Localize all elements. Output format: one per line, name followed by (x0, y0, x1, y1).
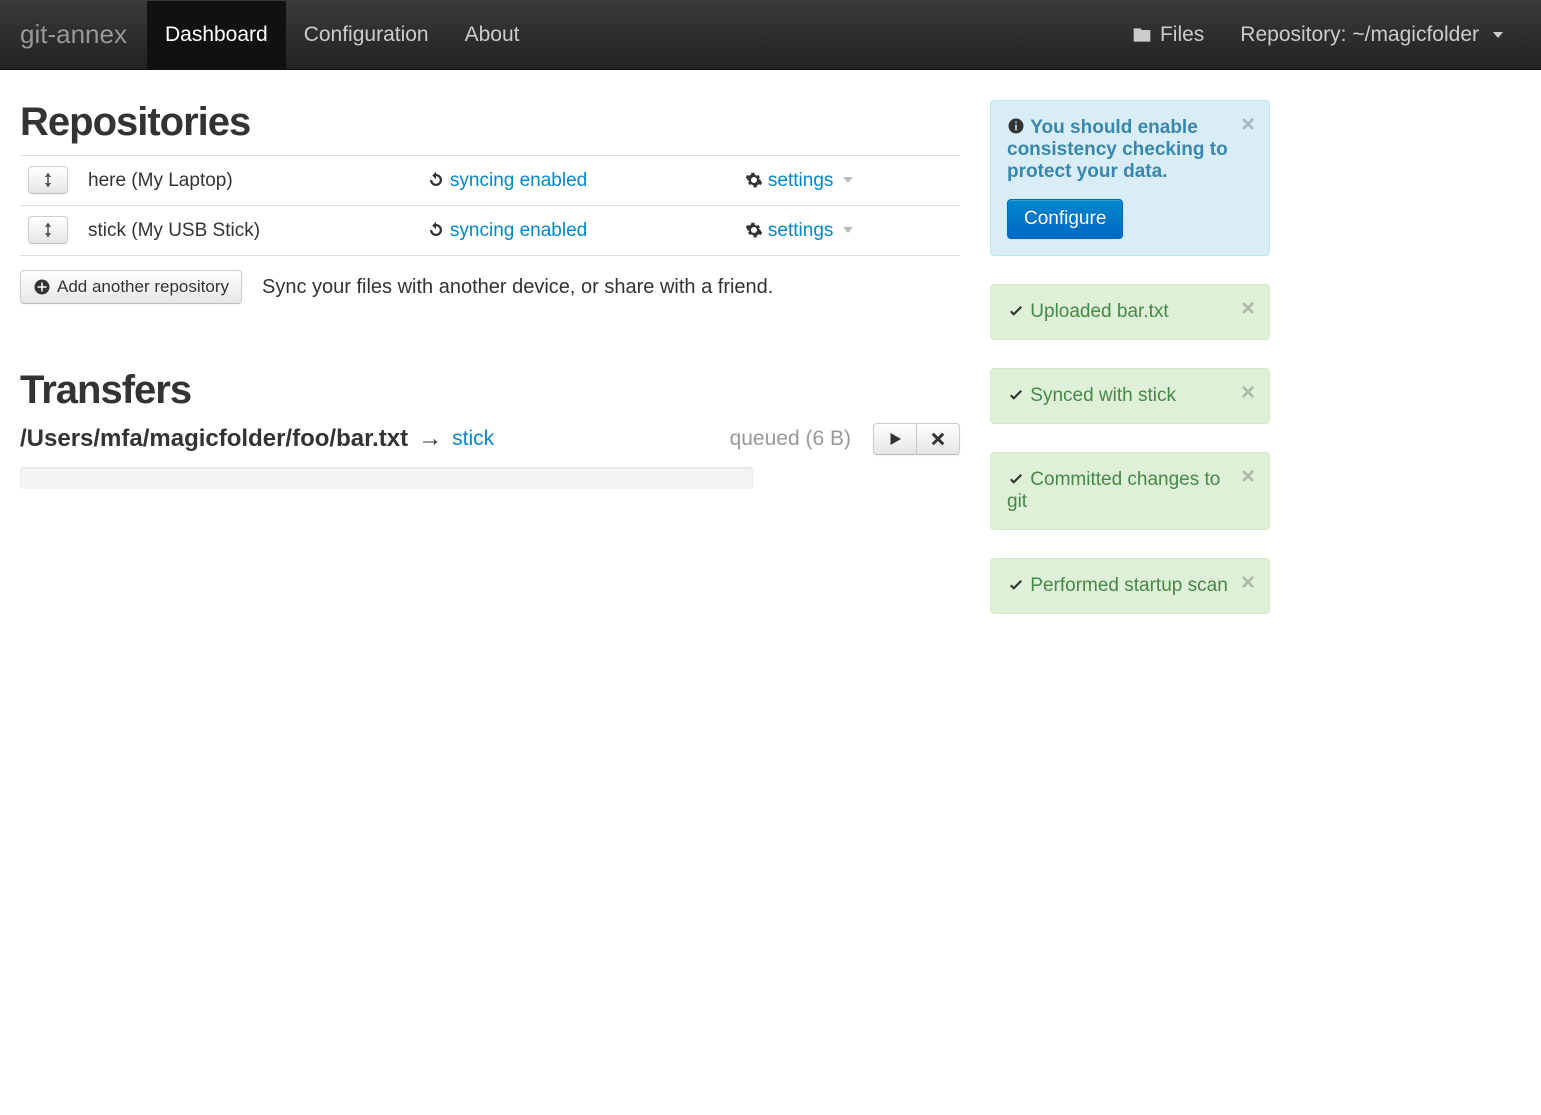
success-alert: × Committed changes to git (990, 452, 1270, 530)
info-alert-text: You should enable consistency checking t… (1007, 117, 1228, 182)
files-label: Files (1160, 23, 1204, 47)
updown-arrow-icon (39, 221, 57, 239)
gear-icon (745, 221, 763, 239)
folder-icon (1132, 25, 1152, 45)
repositories-heading: Repositories (20, 100, 960, 145)
table-row: stick (My USB Stick) syncing enabled set… (20, 206, 960, 256)
repo-name: stick (My USB Stick) (80, 206, 419, 256)
success-alert-text: Uploaded bar.txt (1030, 301, 1168, 322)
tab-dashboard[interactable]: Dashboard (147, 1, 286, 69)
info-icon (1007, 117, 1025, 135)
success-alert: × Synced with stick (990, 368, 1270, 424)
transfer-destination[interactable]: stick (452, 427, 494, 451)
play-icon (886, 430, 904, 448)
settings-label: settings (768, 220, 833, 241)
sync-label: syncing enabled (450, 170, 587, 191)
transfer-item: /Users/mfa/magicfolder/foo/bar.txt → stick… (20, 423, 960, 455)
sync-toggle[interactable]: syncing enabled (427, 220, 588, 241)
info-alert: × You should enable consistency checking… (990, 100, 1270, 256)
reorder-button[interactable] (28, 216, 68, 244)
transfer-status: queued (6 B) (730, 427, 863, 451)
close-alert-button[interactable]: × (1241, 465, 1255, 489)
settings-label: settings (768, 170, 833, 191)
tab-configuration[interactable]: Configuration (286, 1, 447, 69)
chevron-down-icon (843, 227, 853, 233)
play-button[interactable] (873, 423, 917, 455)
check-icon (1007, 387, 1025, 405)
add-repository-label: Add another repository (57, 277, 229, 297)
close-alert-button[interactable]: × (1241, 297, 1255, 321)
nav-tabs: Dashboard Configuration About (147, 1, 538, 69)
settings-dropdown[interactable]: settings (745, 170, 853, 191)
success-alert-text: Performed startup scan (1030, 575, 1227, 596)
navbar: git-annex Dashboard Configuration About … (0, 0, 1541, 70)
repo-name: here (My Laptop) (80, 156, 419, 206)
cancel-button[interactable] (917, 423, 960, 455)
close-alert-button[interactable]: × (1241, 113, 1255, 137)
refresh-icon (427, 221, 445, 239)
sync-label: syncing enabled (450, 220, 587, 241)
add-repository-button[interactable]: Add another repository (20, 270, 242, 304)
settings-dropdown[interactable]: settings (745, 220, 853, 241)
repositories-table: here (My Laptop) syncing enabled setting… (20, 155, 960, 256)
check-icon (1007, 471, 1025, 489)
check-icon (1007, 303, 1025, 321)
transfer-progress (20, 467, 753, 489)
plus-circle-icon (33, 278, 51, 296)
gear-icon (745, 171, 763, 189)
success-alert-text: Synced with stick (1030, 385, 1176, 406)
files-link[interactable]: Files (1114, 23, 1222, 47)
repository-dropdown[interactable]: Repository: ~/magicfolder (1222, 23, 1521, 47)
refresh-icon (427, 171, 445, 189)
success-alert: × Performed startup scan (990, 558, 1270, 614)
check-icon (1007, 577, 1025, 595)
arrow-icon: → (418, 425, 442, 453)
success-alert-text: Committed changes to git (1007, 469, 1220, 512)
brand: git-annex (20, 19, 147, 50)
close-alert-button[interactable]: × (1241, 571, 1255, 595)
reorder-button[interactable] (28, 166, 68, 194)
transfers-heading: Transfers (20, 368, 960, 413)
add-repository-hint: Sync your files with another device, or … (262, 276, 773, 299)
chevron-down-icon (843, 177, 853, 183)
tab-about[interactable]: About (447, 1, 538, 69)
repository-label: Repository: ~/magicfolder (1240, 23, 1479, 47)
table-row: here (My Laptop) syncing enabled setting… (20, 156, 960, 206)
sync-toggle[interactable]: syncing enabled (427, 170, 588, 191)
configure-button[interactable]: Configure (1007, 199, 1123, 239)
close-icon (929, 430, 947, 448)
success-alert: × Uploaded bar.txt (990, 284, 1270, 340)
transfer-path: /Users/mfa/magicfolder/foo/bar.txt (20, 425, 408, 453)
updown-arrow-icon (39, 171, 57, 189)
chevron-down-icon (1493, 32, 1503, 38)
close-alert-button[interactable]: × (1241, 381, 1255, 405)
